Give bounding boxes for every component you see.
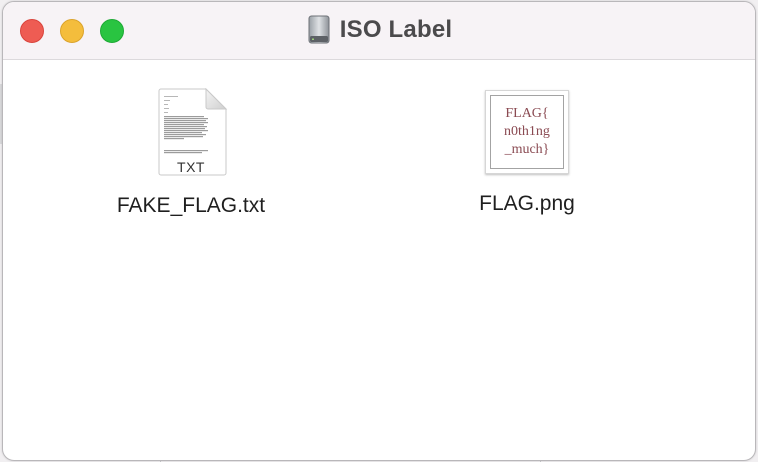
file-name-label[interactable]: FLAG.png: [479, 192, 575, 216]
text-document-icon[interactable]: TXT: [151, 88, 231, 180]
file-browser-area[interactable]: TXT FAKE_FLAG.txt FLAG{ n0th1ng _much} F…: [3, 60, 755, 460]
preview-line: FLAG{: [505, 106, 549, 121]
file-name-label[interactable]: FAKE_FLAG.txt: [117, 194, 265, 218]
file-type-badge: TXT: [177, 159, 205, 175]
image-preview: FLAG{ n0th1ng _much}: [490, 95, 564, 169]
title-bar[interactable]: ISO Label: [3, 2, 755, 60]
preview-line: _much}: [504, 142, 550, 157]
image-thumbnail[interactable]: FLAG{ n0th1ng _much}: [483, 88, 571, 178]
disk-icon: [306, 15, 332, 45]
finder-window: ISO Label TXT FAKE_FLAG.txt FLAG{n0th1n…: [2, 1, 756, 461]
image-frame: FLAG{ n0th1ng _much}: [485, 90, 569, 174]
file-item-fake-flag-txt[interactable]: TXT FAKE_FLAG.txt: [91, 88, 291, 218]
preview-line: n0th1ng: [504, 124, 550, 139]
file-item-flag-png[interactable]: FLAG{ n0th1ng _much} FLAG.png: [427, 88, 627, 216]
window-title-group: ISO Label: [3, 15, 755, 45]
window-title: ISO Label: [339, 16, 453, 43]
